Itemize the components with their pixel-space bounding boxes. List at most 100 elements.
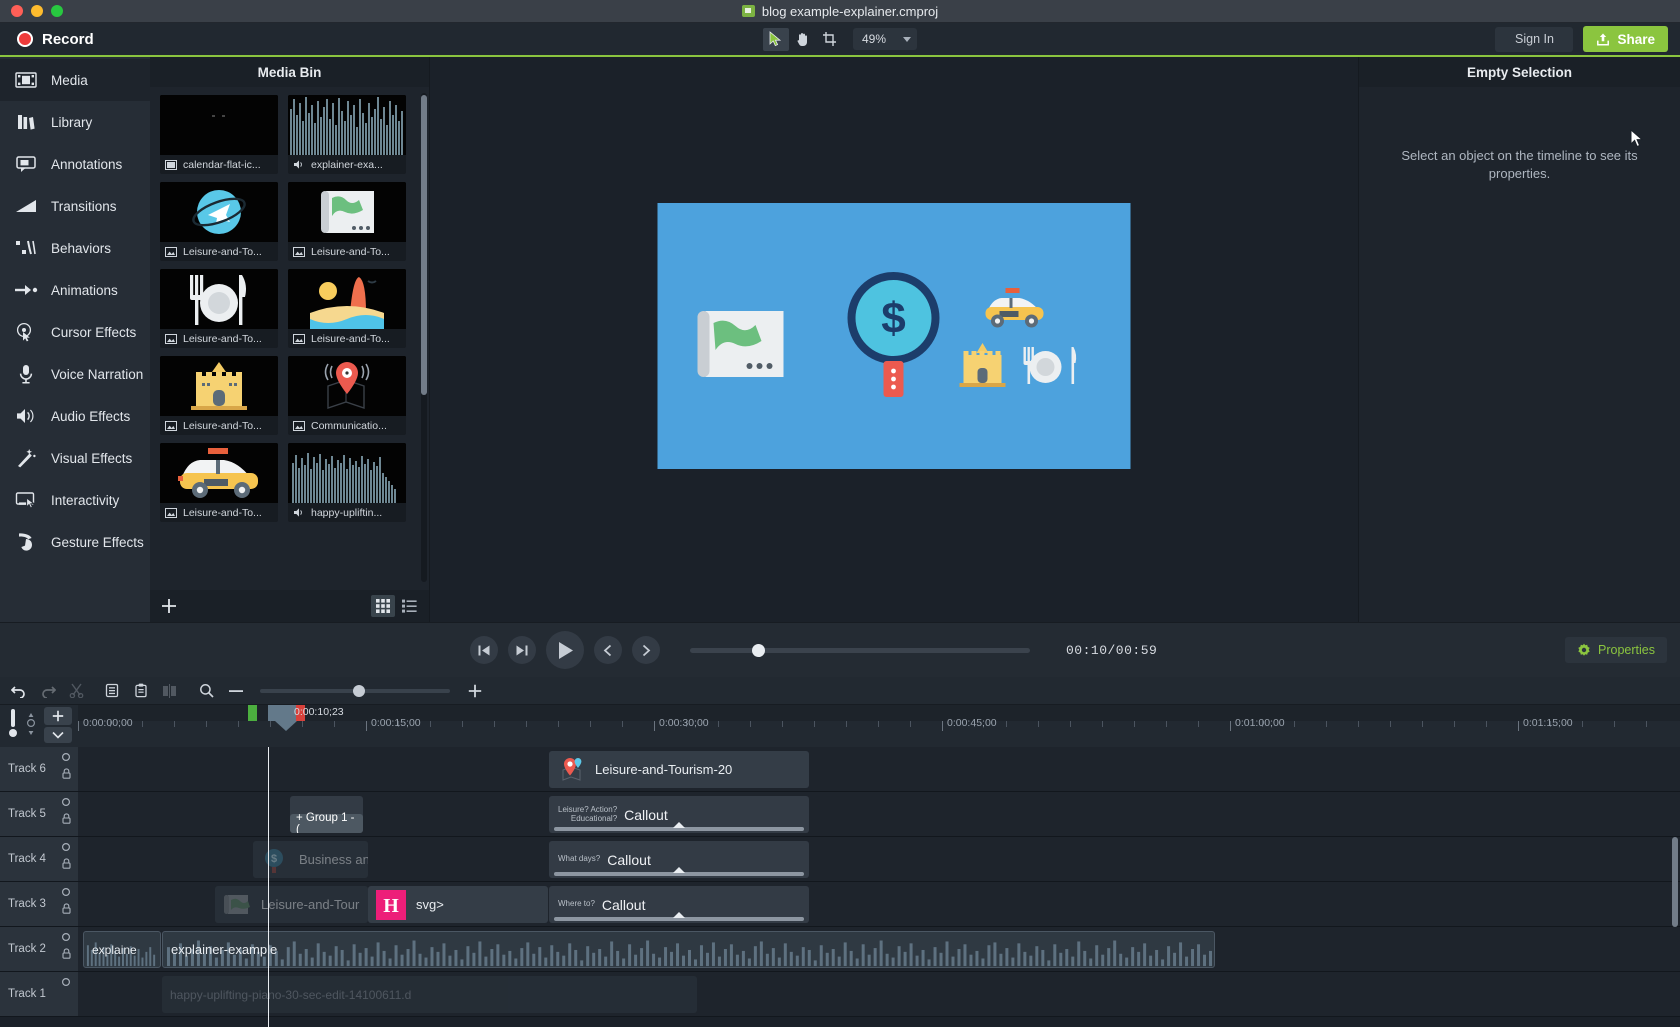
track-lane[interactable]: happy-uplifting-piano-30-sec-edit-141006… xyxy=(78,972,1680,1016)
properties-toggle-button[interactable]: Properties xyxy=(1565,637,1667,663)
sidebar-item-audio-effects[interactable]: Audio Effects xyxy=(0,395,150,437)
media-item[interactable]: Leisure-and-To... xyxy=(288,269,406,348)
media-item[interactable]: happy-upliftin... xyxy=(288,443,406,522)
share-button[interactable]: Share xyxy=(1583,26,1668,52)
maximize-window-button[interactable] xyxy=(51,5,63,17)
undo-button[interactable] xyxy=(5,680,32,702)
sidebar-item-gesture-effects[interactable]: Gesture Effects xyxy=(0,521,150,563)
sidebar-item-cursor-effects[interactable]: Cursor Effects xyxy=(0,311,150,353)
media-item[interactable]: Leisure-and-To... xyxy=(160,269,278,348)
playhead-in-marker[interactable] xyxy=(248,705,257,721)
media-item[interactable]: Communicatio... xyxy=(288,356,406,435)
sidebar-item-animations[interactable]: Animations xyxy=(0,269,150,311)
track-lane[interactable]: explaine explainer-example xyxy=(78,927,1680,971)
track-header[interactable]: Track 4 xyxy=(0,837,78,881)
timeline-zoom-fit-icon[interactable] xyxy=(24,713,38,735)
timeline-audio-clip[interactable]: happy-uplifting-piano-30-sec-edit-141006… xyxy=(162,976,697,1013)
track-header[interactable]: Track 5 xyxy=(0,792,78,836)
sidebar-item-media[interactable]: Media xyxy=(0,59,150,101)
window-controls[interactable] xyxy=(0,5,63,17)
timeline-vertical-scrollbar[interactable] xyxy=(1672,837,1678,927)
track-lane[interactable]: Leisure-and-Tour H svg> Where to? Callou… xyxy=(78,882,1680,926)
grid-view-button[interactable] xyxy=(371,595,395,617)
sidebar-item-library[interactable]: Library xyxy=(0,101,150,143)
timeline-zoom-handle[interactable] xyxy=(353,685,365,697)
sidebar-item-visual-effects[interactable]: Visual Effects xyxy=(0,437,150,479)
timeline-group-clip[interactable]: + Group 1 - ( xyxy=(290,796,363,833)
track-lane[interactable]: $ Business and What days? Callout xyxy=(78,837,1680,881)
playhead-marker-group[interactable]: 0:00:10;23 xyxy=(268,705,305,721)
sidebar-label: Library xyxy=(51,115,92,130)
sidebar-item-behaviors[interactable]: Behaviors xyxy=(0,227,150,269)
play-button[interactable] xyxy=(546,631,584,669)
clip-duration-bar[interactable] xyxy=(554,917,804,921)
list-view-button[interactable] xyxy=(397,595,421,617)
track-lane[interactable]: Leisure-and-Tourism-20 xyxy=(78,747,1680,791)
redo-button[interactable] xyxy=(34,680,61,702)
track-header[interactable]: Track 2 xyxy=(0,927,78,971)
timeline-zoom-slider[interactable] xyxy=(260,689,450,693)
previous-marker-button[interactable] xyxy=(594,636,622,664)
record-button[interactable]: Record xyxy=(0,31,94,48)
timeline-clip[interactable]: $ Business and xyxy=(253,841,368,878)
microphone-icon xyxy=(14,362,38,386)
timeline-audio-clip[interactable]: explaine xyxy=(83,931,161,968)
media-caption-row: Communicatio... xyxy=(288,416,406,435)
timeline-callout-clip[interactable]: What days? Callout xyxy=(549,841,809,878)
close-window-button[interactable] xyxy=(11,5,23,17)
minimize-window-button[interactable] xyxy=(31,5,43,17)
zoom-level-select[interactable]: 49% xyxy=(853,28,917,50)
clip-duration-bar[interactable] xyxy=(554,872,804,876)
add-track-button[interactable] xyxy=(44,707,72,725)
cut-button[interactable] xyxy=(63,680,90,702)
playback-scrubber[interactable] xyxy=(690,648,1030,653)
crop-tool-button[interactable] xyxy=(817,28,843,51)
track-options-button[interactable] xyxy=(44,727,72,743)
eye-icon xyxy=(61,752,71,762)
media-item[interactable]: explainer-exa... xyxy=(288,95,406,174)
search-icon[interactable] xyxy=(193,680,220,702)
next-marker-button[interactable] xyxy=(632,636,660,664)
track-header[interactable]: Track 3 xyxy=(0,882,78,926)
timeline-callout-clip[interactable]: Leisure? Action? Educational? Callout xyxy=(549,796,809,833)
timeline-clip[interactable]: Leisure-and-Tourism-20 xyxy=(549,751,809,788)
ruler-label: 0:00:00;00 xyxy=(83,717,133,729)
timeline-ruler[interactable]: 0:00:00;00 0:00:15;00 0:00:30;00 0:00:45… xyxy=(78,705,1680,747)
clip-duration-bar[interactable] xyxy=(554,827,804,831)
sidebar-item-voice-narration[interactable]: Voice Narration xyxy=(0,353,150,395)
sidebar-item-interactivity[interactable]: Interactivity xyxy=(0,479,150,521)
sidebar-item-annotations[interactable]: Annotations xyxy=(0,143,150,185)
track-header[interactable]: Track 6 xyxy=(0,747,78,791)
hand-tool-button[interactable] xyxy=(790,28,816,51)
media-bin-scrollbar[interactable] xyxy=(421,95,427,395)
media-item[interactable]: calendar-flat-ic... xyxy=(160,95,278,174)
sign-in-button[interactable]: Sign In xyxy=(1495,27,1573,52)
media-item[interactable]: Leisure-and-To... xyxy=(160,356,278,435)
track-header[interactable]: Track 1 xyxy=(0,972,78,1016)
arrow-right-icon xyxy=(14,278,38,302)
copy-button[interactable] xyxy=(98,680,125,702)
timeline-callout-clip[interactable]: Where to? Callout xyxy=(549,886,809,923)
clip-label: happy-uplifting-piano-30-sec-edit-141006… xyxy=(170,988,411,1002)
canvas-preview[interactable]: $ xyxy=(430,57,1358,622)
timeline-audio-clip[interactable]: explainer-example xyxy=(162,931,1215,968)
track-lane[interactable]: + Group 1 - ( Leisure? Action? Education… xyxy=(78,792,1680,836)
add-media-button[interactable] xyxy=(160,597,178,615)
pointer-tool-button[interactable] xyxy=(763,28,789,51)
media-item[interactable]: Leisure-and-To... xyxy=(160,443,278,522)
timeline-clip[interactable]: H svg> xyxy=(368,886,548,923)
step-forward-button[interactable] xyxy=(508,636,536,664)
zoom-in-button[interactable] xyxy=(461,680,488,702)
paste-button[interactable] xyxy=(127,680,154,702)
scrubber-handle[interactable] xyxy=(752,644,765,657)
group-tab[interactable]: + Group 1 - ( xyxy=(290,814,363,833)
zoom-out-button[interactable] xyxy=(222,680,249,702)
timeline-marker-dot[interactable] xyxy=(8,709,18,739)
media-item[interactable]: Leisure-and-To... xyxy=(160,182,278,261)
timeline-clip[interactable]: Leisure-and-Tour xyxy=(215,886,368,923)
canvas-stage[interactable]: $ xyxy=(658,203,1131,469)
sidebar-item-transitions[interactable]: Transitions xyxy=(0,185,150,227)
step-back-button[interactable] xyxy=(470,636,498,664)
media-item[interactable]: Leisure-and-To... xyxy=(288,182,406,261)
split-button[interactable] xyxy=(156,680,183,702)
